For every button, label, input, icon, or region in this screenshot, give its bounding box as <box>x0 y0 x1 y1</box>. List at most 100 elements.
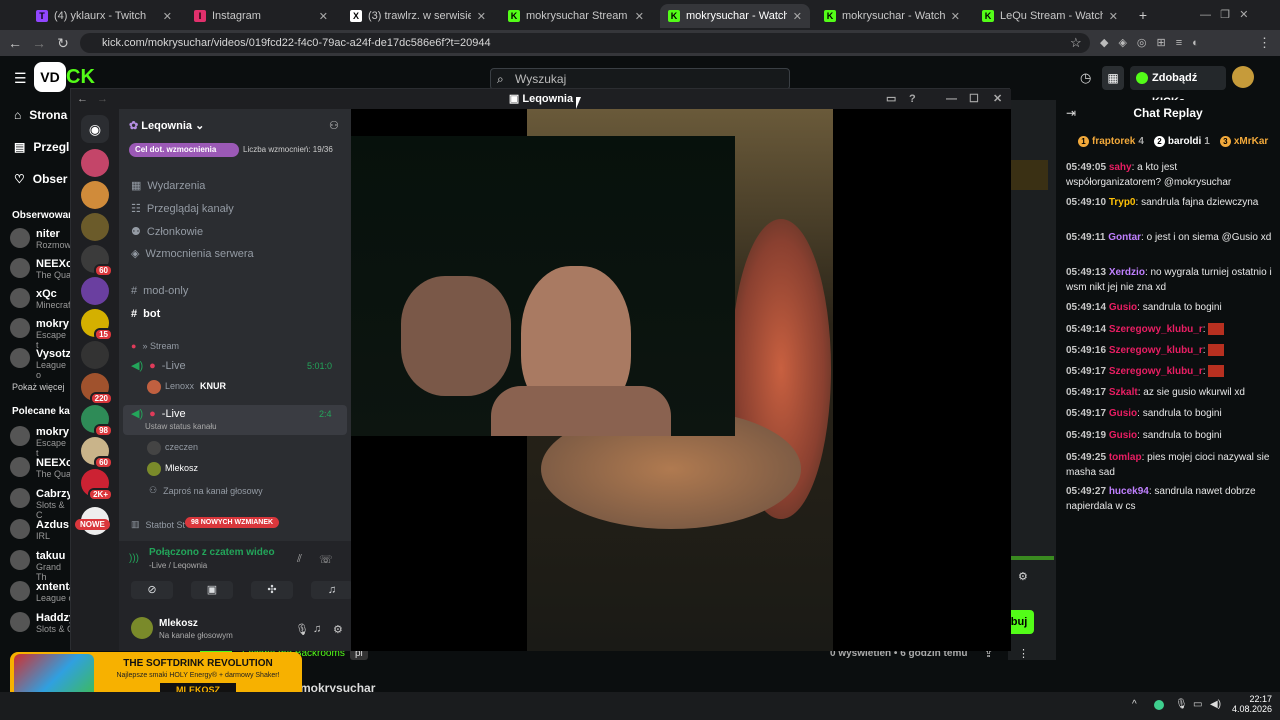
message-username[interactable]: Szeregowy_klubu_r <box>1109 345 1203 356</box>
server-item[interactable]: 60 <box>81 437 113 469</box>
channel-mod-only[interactable]: # mod-only <box>131 285 188 297</box>
message-username[interactable]: Xerdzio <box>1109 267 1145 278</box>
voice-channel-live-2[interactable]: ◀) ● -Live <box>131 407 186 421</box>
chat-message[interactable]: 05:49:27 hucek94: sandrula nawet dobrze … <box>1066 484 1274 514</box>
server-item[interactable]: 98 <box>81 405 113 437</box>
channel-list-item[interactable]: niter Rozmow <box>10 228 71 250</box>
browser-menu-icon[interactable]: ⋮ <box>1258 35 1271 51</box>
video-stage[interactable] <box>351 109 1011 651</box>
clock[interactable]: 22:17 4.08.2026 <box>1232 694 1272 714</box>
chat-message[interactable]: 05:49:17 Gusio: sandrula to bogini <box>1066 406 1274 421</box>
menu-members[interactable]: ⚉ Członkowie <box>131 225 203 239</box>
browser-tab[interactable]: Kmokrysuchar - Watch the VOD ✕ <box>660 4 810 28</box>
channel-list-item[interactable]: Vysotz League o <box>10 348 71 380</box>
message-username[interactable]: Szkalt <box>1109 387 1138 398</box>
invite-to-voice[interactable]: ⚇ Zaproś na kanał głosowy <box>149 485 263 496</box>
browser-tab[interactable]: Kmokrysuchar - Watch the VOD ✕ <box>816 4 968 28</box>
inbox-icon[interactable]: ▭ <box>886 89 896 109</box>
tray-network-icon[interactable]: ▭ <box>1193 699 1202 710</box>
browser-tab[interactable]: K LeQu Stream - Watch Live on K ✕ <box>974 4 1126 28</box>
tab-close-icon[interactable]: ✕ <box>1109 10 1118 23</box>
dc-forward-icon[interactable]: → <box>97 89 108 109</box>
avatar-logo[interactable]: VD <box>34 62 66 92</box>
message-username[interactable]: hucek94 <box>1109 486 1149 497</box>
chat-message[interactable]: 05:49:19 Gusio: sandrula to bogini <box>1066 428 1274 443</box>
server-item-active[interactable] <box>81 277 109 305</box>
chat-message[interactable]: 05:49:16 Szeregowy_klubu_r: <box>1066 343 1274 358</box>
maximize-icon[interactable]: ☐ <box>969 89 979 109</box>
top-gifter[interactable]: 3 xMrKar <box>1219 136 1271 150</box>
server-item[interactable] <box>81 181 109 209</box>
url-field[interactable]: kick.com/mokrysuchar/videos/019fcd22-f4c… <box>80 33 1090 53</box>
disconnect-icon[interactable]: ☏ <box>319 553 333 566</box>
server-header[interactable]: ✿ Leqownia ⌄ <box>129 119 204 132</box>
channel-bot[interactable]: # bot <box>131 308 160 320</box>
forward-icon[interactable]: → <box>30 34 48 52</box>
menu-browse-channels[interactable]: ☷ Przeglądaj kanały <box>131 202 234 216</box>
voice-user[interactable]: Lenoxx KNUR <box>147 380 226 394</box>
chat-message[interactable]: 05:49:10 Tryp0: sandrula fajna dziewczyn… <box>1066 195 1274 210</box>
message-username[interactable]: Gusio <box>1109 302 1137 313</box>
chat-message[interactable]: 05:49:11 Gontar: o jest i on siema @Gusi… <box>1066 230 1274 245</box>
browser-tab[interactable]: T (4) yklaurx - Twitch ✕ <box>28 4 180 28</box>
help-icon[interactable]: ? <box>909 89 916 109</box>
category-stream[interactable]: ● » Stream <box>131 341 179 351</box>
tab-close-icon[interactable]: ✕ <box>951 10 960 23</box>
tray-mic-icon[interactable]: 🎙 <box>1175 699 1188 710</box>
new-tab-button[interactable]: + <box>1135 7 1151 23</box>
minimize-icon[interactable]: — <box>946 89 957 109</box>
stream-video-edge[interactable]: ⚙ <box>1008 100 1056 660</box>
message-username[interactable]: sahy <box>1109 162 1132 173</box>
soundboard-button[interactable]: ♫ <box>311 581 353 599</box>
boost-goal-bar[interactable]: Cel dot. wzmocnienia <box>129 143 239 157</box>
clips-icon[interactable]: ◷ <box>1080 70 1091 86</box>
channel-list-item[interactable]: xntenta League o <box>10 581 75 603</box>
tray-volume-icon[interactable]: ◀) <box>1210 699 1221 710</box>
dashboard-icon[interactable]: ▦ <box>1102 66 1124 90</box>
set-channel-status[interactable]: Ustaw status kanału <box>145 422 217 431</box>
discord-home-icon[interactable]: ◉ <box>81 115 109 143</box>
chat-message[interactable]: 05:49:14 Szeregowy_klubu_r: <box>1066 322 1274 337</box>
top-gifter[interactable]: 1 fraptorek 4 <box>1078 136 1144 150</box>
kick-logo[interactable]: CK <box>66 66 95 89</box>
server-item[interactable]: 60 <box>81 245 113 277</box>
browser-tab[interactable]: X (3) trawlrz. w serwisie X: „2026/ ✕ <box>342 4 494 28</box>
user-avatar[interactable] <box>1232 66 1254 88</box>
chat-message[interactable]: 05:49:17 Szeregowy_klubu_r: <box>1066 364 1274 379</box>
tab-close-icon[interactable]: ✕ <box>163 10 172 23</box>
server-item[interactable] <box>81 149 109 177</box>
message-username[interactable]: tomlap <box>1109 452 1142 463</box>
back-icon[interactable]: ← <box>6 34 24 52</box>
chat-message[interactable]: 05:49:13 Xerdzio: no wygrala turniej ost… <box>1066 265 1274 295</box>
browser-tab[interactable]: I Instagram ✕ <box>186 4 336 28</box>
close-icon[interactable]: ✕ <box>993 89 1002 109</box>
tab-close-icon[interactable]: ✕ <box>319 10 328 23</box>
message-username[interactable]: Gusio <box>1109 408 1137 419</box>
channel-list-item[interactable]: Azdus IRL <box>10 519 69 541</box>
get-kicks-button[interactable]: Zdobądź KICKs <box>1130 66 1226 108</box>
channel-list-item[interactable]: NEEXc The Qua <box>10 457 72 479</box>
chat-message[interactable]: 05:49:17 Szkalt: az sie gusio wkurwil xd <box>1066 385 1274 400</box>
message-username[interactable]: Szeregowy_klubu_r <box>1109 324 1203 335</box>
channel-list-item[interactable]: Haddzy Slots & C <box>10 612 75 634</box>
message-username[interactable]: Gontar <box>1108 232 1141 243</box>
top-gifter[interactable]: 2 baroldi 1 <box>1153 136 1210 150</box>
search-input[interactable]: ⌕ Wyszukaj <box>490 68 790 90</box>
window-controls[interactable]: — ❐ ✕ <box>1200 8 1248 21</box>
server-item[interactable] <box>81 213 109 241</box>
activities-button[interactable]: ✣ <box>251 581 293 599</box>
reload-icon[interactable]: ↻ <box>54 34 72 52</box>
chat-message[interactable]: 05:49:05 sahy: a kto jest współorganizat… <box>1066 160 1274 190</box>
voice-user[interactable]: Mlekosz <box>147 462 198 476</box>
channel-list-item[interactable]: mokry Escape t <box>10 318 70 350</box>
tab-close-icon[interactable]: ✕ <box>793 10 802 23</box>
connected-channel[interactable]: -Live / Leqownia <box>149 561 207 570</box>
browser-tab[interactable]: Kmokrysuchar Stream - Watch L ✕ <box>500 4 652 28</box>
more-icon[interactable]: ⋮ <box>1018 647 1029 660</box>
chat-message[interactable]: 05:49:14 Gusio: sandrula to bogini <box>1066 300 1274 315</box>
menu-server-boosts[interactable]: ◈ Wzmocnienia serwera <box>131 247 254 261</box>
server-item[interactable]: 2K+ <box>81 469 113 501</box>
settings-icon[interactable]: ⚙ <box>1018 570 1028 583</box>
screen-share-button[interactable]: ▣ <box>191 581 233 599</box>
message-username[interactable]: Tryp0 <box>1109 197 1136 208</box>
